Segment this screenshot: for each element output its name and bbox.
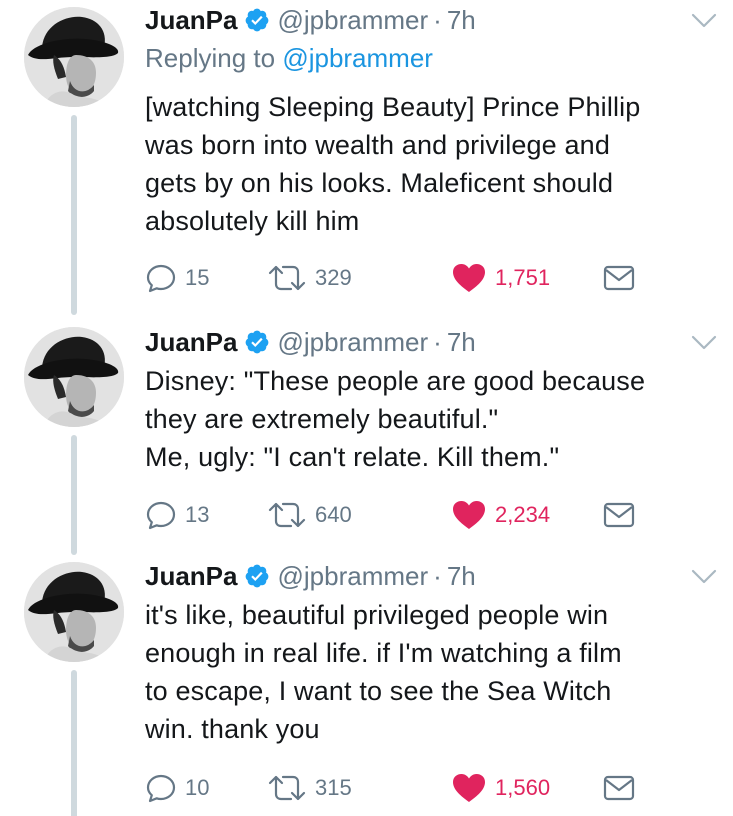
username[interactable]: @jpbrammer — [278, 5, 429, 36]
tweet-header: JuanPa @jpbrammer · 7h — [145, 0, 476, 40]
tweet-header: JuanPa @jpbrammer · 7h — [145, 322, 476, 362]
retweet-icon — [268, 775, 306, 801]
heart-icon — [453, 501, 485, 529]
display-name[interactable]: JuanPa — [145, 327, 238, 358]
reply-button[interactable]: 13 — [145, 497, 209, 533]
timestamp[interactable]: 7h — [447, 5, 476, 36]
envelope-icon — [603, 502, 635, 528]
verified-badge-icon — [245, 564, 268, 588]
retweet-button[interactable]: 329 — [267, 260, 352, 296]
thread-line — [71, 435, 77, 555]
reply-bubble-icon — [146, 774, 176, 803]
tweet-actions: 15 329 1,751 — [145, 260, 645, 296]
reply-bubble-icon — [146, 264, 176, 293]
verified-badge-icon — [245, 8, 268, 32]
reply-button[interactable]: 10 — [145, 770, 209, 806]
timestamp[interactable]: 7h — [447, 561, 476, 592]
heart-icon — [453, 264, 485, 292]
chevron-down-icon[interactable] — [691, 334, 717, 352]
avatar[interactable] — [24, 7, 124, 107]
like-count: 1,560 — [495, 775, 551, 800]
reply-button[interactable]: 15 — [145, 260, 209, 296]
reply-prefix: Replying to — [145, 43, 283, 73]
username[interactable]: @jpbrammer — [278, 561, 429, 592]
verified-badge-icon — [245, 330, 268, 354]
tweet-1[interactable]: JuanPa @jpbrammer · 7h Replying to @jpbr… — [0, 0, 733, 315]
like-button[interactable]: 2,234 — [451, 497, 550, 533]
tweet-2[interactable]: JuanPa @jpbrammer · 7h Disney: "These pe… — [0, 322, 733, 555]
envelope-icon — [603, 265, 635, 291]
reply-bubble-icon — [146, 501, 176, 530]
tweet-header: JuanPa @jpbrammer · 7h — [145, 556, 476, 596]
reply-count: 15 — [185, 265, 210, 290]
like-count: 2,234 — [495, 502, 551, 527]
tweet-text: Disney: "These people are good because t… — [145, 366, 646, 472]
tweet-actions: 10 315 1,560 — [145, 770, 645, 806]
envelope-icon — [603, 775, 635, 801]
retweet-button[interactable]: 640 — [267, 497, 352, 533]
username[interactable]: @jpbrammer — [278, 327, 429, 358]
retweet-icon — [268, 265, 306, 291]
chevron-down-icon[interactable] — [691, 568, 717, 586]
tweet-text: it's like, beautiful privileged people w… — [145, 600, 622, 744]
timestamp[interactable]: 7h — [447, 327, 476, 358]
retweet-icon — [268, 502, 306, 528]
display-name[interactable]: JuanPa — [145, 5, 238, 36]
reply-mention-link[interactable]: @jpbrammer — [282, 43, 433, 73]
tweet-text: [watching Sleeping Beauty] Prince Philli… — [145, 92, 641, 236]
tweet-actions: 13 640 2,234 — [145, 497, 645, 533]
retweet-button[interactable]: 315 — [267, 770, 352, 806]
direct-message-button[interactable] — [603, 260, 635, 296]
reply-count: 13 — [185, 502, 210, 527]
retweet-count: 640 — [315, 502, 352, 527]
like-button[interactable]: 1,751 — [451, 260, 550, 296]
direct-message-button[interactable] — [603, 770, 635, 806]
tweet-3[interactable]: JuanPa @jpbrammer · 7h it's like, beauti… — [0, 556, 733, 816]
avatar[interactable] — [24, 327, 124, 427]
separator-dot: · — [433, 560, 442, 591]
thread-line — [71, 115, 77, 315]
separator-dot: · — [433, 4, 442, 35]
replying-to: Replying to @jpbrammer — [145, 43, 433, 74]
like-button[interactable]: 1,560 — [451, 770, 550, 806]
retweet-count: 315 — [315, 775, 352, 800]
retweet-count: 329 — [315, 265, 352, 290]
thread-line — [71, 670, 77, 816]
display-name[interactable]: JuanPa — [145, 561, 238, 592]
chevron-down-icon[interactable] — [691, 12, 717, 30]
heart-icon — [453, 774, 485, 802]
separator-dot: · — [433, 326, 442, 357]
avatar[interactable] — [24, 562, 124, 662]
direct-message-button[interactable] — [603, 497, 635, 533]
reply-count: 10 — [185, 775, 210, 800]
like-count: 1,751 — [495, 265, 551, 290]
